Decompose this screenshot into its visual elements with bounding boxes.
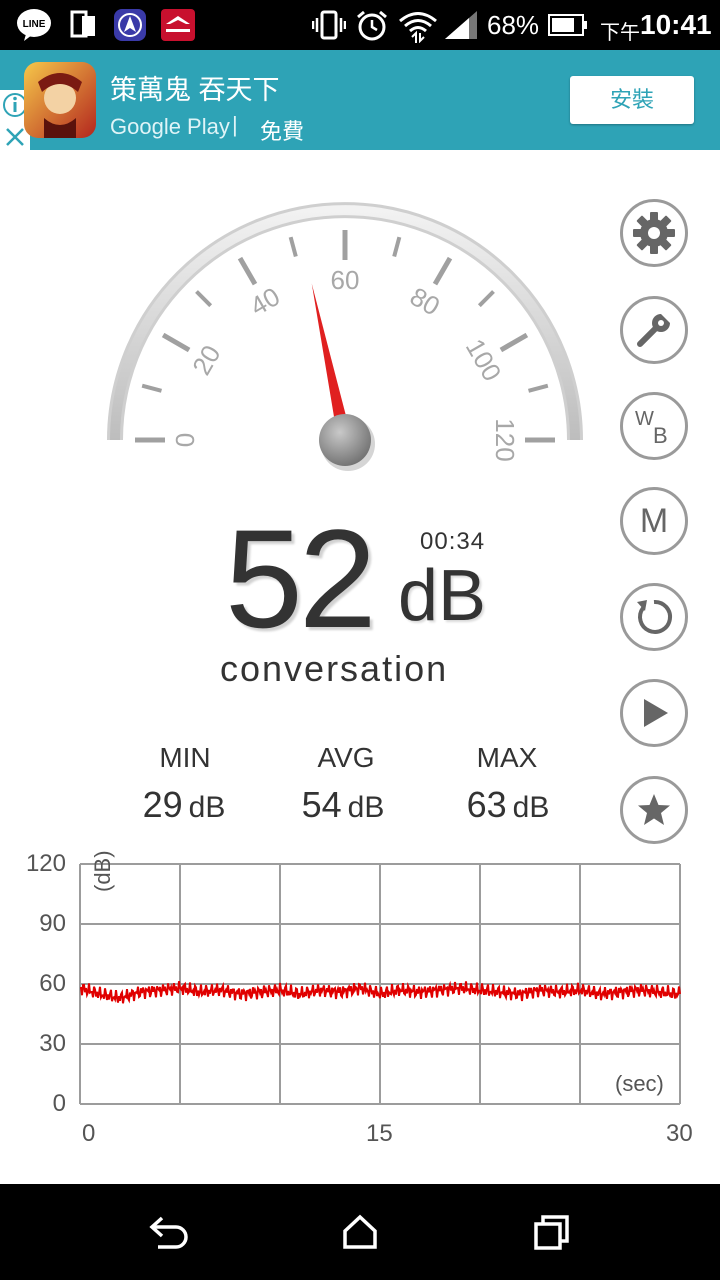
max-label: MAX bbox=[476, 742, 538, 773]
gauge-tick-label: 0 bbox=[170, 433, 200, 447]
min-value: 29 dB bbox=[104, 784, 264, 826]
ad-store-name: Google Play bbox=[110, 114, 230, 139]
refresh-icon bbox=[637, 599, 673, 634]
line-app-icon: LINE bbox=[17, 9, 51, 41]
gauge-tick-label: 40 bbox=[245, 281, 285, 321]
m-icon: M bbox=[639, 501, 669, 540]
gear-icon bbox=[633, 212, 675, 254]
chart-y-tick-label: 120 bbox=[25, 850, 66, 877]
memory-button[interactable]: M bbox=[620, 487, 688, 555]
gauge-tick-label: 60 bbox=[331, 265, 360, 295]
gauge-tick-label: 100 bbox=[460, 334, 508, 387]
chart-y-tick-label: 0 bbox=[52, 1090, 66, 1117]
gauge-tick bbox=[528, 383, 549, 393]
chart-grid bbox=[79, 863, 681, 1105]
avg-label: AVG bbox=[317, 742, 375, 773]
gauge-tick-label: 120 bbox=[490, 418, 520, 461]
db-history-chart: (dB) (sec) bbox=[79, 850, 681, 1105]
recent-apps-icon[interactable] bbox=[532, 1214, 572, 1250]
current-db-unit: dB bbox=[398, 556, 487, 636]
star-icon bbox=[638, 794, 670, 825]
gauge-tick bbox=[392, 236, 402, 257]
reset-button[interactable] bbox=[620, 583, 688, 651]
gauge-tick bbox=[161, 332, 191, 353]
max-number: 63 bbox=[466, 784, 507, 825]
vibrate-icon bbox=[312, 10, 346, 40]
chart-y-tick-label: 30 bbox=[39, 1030, 66, 1057]
wb-letter-b: B bbox=[653, 423, 668, 448]
chart-y-tick-label: 90 bbox=[39, 910, 66, 937]
svg-text:LINE: LINE bbox=[23, 19, 46, 30]
tools-button[interactable] bbox=[620, 296, 688, 364]
gauge-tick-label: 20 bbox=[186, 340, 226, 380]
signal-icon bbox=[445, 11, 477, 39]
gauge-tick bbox=[195, 290, 213, 308]
back-icon[interactable] bbox=[148, 1214, 190, 1250]
navigation-bar bbox=[0, 1184, 720, 1280]
white-balance-button[interactable]: W B bbox=[620, 392, 688, 460]
avg-number: 54 bbox=[301, 784, 342, 825]
home-icon[interactable] bbox=[341, 1214, 379, 1250]
ad-banner[interactable]: 策萬鬼 吞天下 Google Play | 免費 安裝 bbox=[0, 50, 720, 150]
gauge-tick bbox=[288, 236, 298, 257]
ad-price: 免費 bbox=[260, 119, 305, 144]
min-number: 29 bbox=[142, 784, 183, 825]
noise-level-description: conversation bbox=[220, 648, 449, 689]
sound-level-gauge: 0 20 40 60 80 100 120 bbox=[107, 202, 583, 471]
play-button[interactable] bbox=[620, 679, 688, 747]
gauge-tick-label: 80 bbox=[405, 281, 445, 321]
battery-icon bbox=[548, 14, 587, 36]
min-unit: dB bbox=[188, 791, 226, 824]
chart-xlabel: (sec) bbox=[615, 1071, 664, 1096]
chart-x-tick-label: 30 bbox=[666, 1120, 693, 1147]
ad-separator: | bbox=[232, 112, 238, 137]
gauge-tick bbox=[499, 332, 529, 353]
gauge-tick bbox=[432, 256, 453, 286]
gauge-tick bbox=[141, 383, 162, 393]
settings-button[interactable] bbox=[620, 199, 688, 267]
status-bar: LINE 68% 下午 10:41 bbox=[0, 0, 720, 50]
gauge-hub bbox=[319, 414, 371, 466]
chart-x-tick-label: 15 bbox=[366, 1120, 393, 1147]
max-unit: dB bbox=[512, 791, 550, 824]
gauge-tick bbox=[477, 290, 495, 308]
avg-unit: dB bbox=[347, 791, 385, 824]
capital-app-icon bbox=[161, 9, 195, 41]
chart-x-tick-label: 0 bbox=[82, 1120, 96, 1147]
min-label: MIN bbox=[159, 742, 211, 773]
navigation-app-icon bbox=[114, 9, 146, 41]
avg-value: 54 dB bbox=[263, 784, 423, 826]
gauge-tick bbox=[237, 256, 258, 286]
wifi-icon bbox=[399, 12, 437, 43]
max-value: 63 dB bbox=[428, 784, 588, 826]
current-db-value: 52 bbox=[225, 500, 377, 657]
elapsed-timer: 00:34 bbox=[420, 528, 486, 555]
chart-y-tick-label: 60 bbox=[39, 970, 66, 997]
alarm-icon bbox=[357, 10, 387, 41]
play-icon bbox=[644, 699, 668, 727]
battery-percent: 68% bbox=[487, 10, 540, 40]
chart-ylabel: (dB) bbox=[90, 850, 115, 892]
wrench-icon bbox=[637, 314, 670, 347]
ad-title[interactable]: 策萬鬼 吞天下 bbox=[110, 68, 280, 107]
wb-letter-w: W bbox=[635, 408, 654, 430]
clock-ampm: 下午 bbox=[600, 22, 640, 44]
clock-time: 10:41 bbox=[640, 9, 712, 40]
ad-app-icon[interactable] bbox=[24, 62, 96, 138]
multi-window-icon bbox=[70, 10, 95, 38]
favorite-button[interactable] bbox=[620, 776, 688, 844]
ad-install-button[interactable]: 安裝 bbox=[570, 76, 694, 124]
wb-icon: W B bbox=[635, 408, 668, 448]
